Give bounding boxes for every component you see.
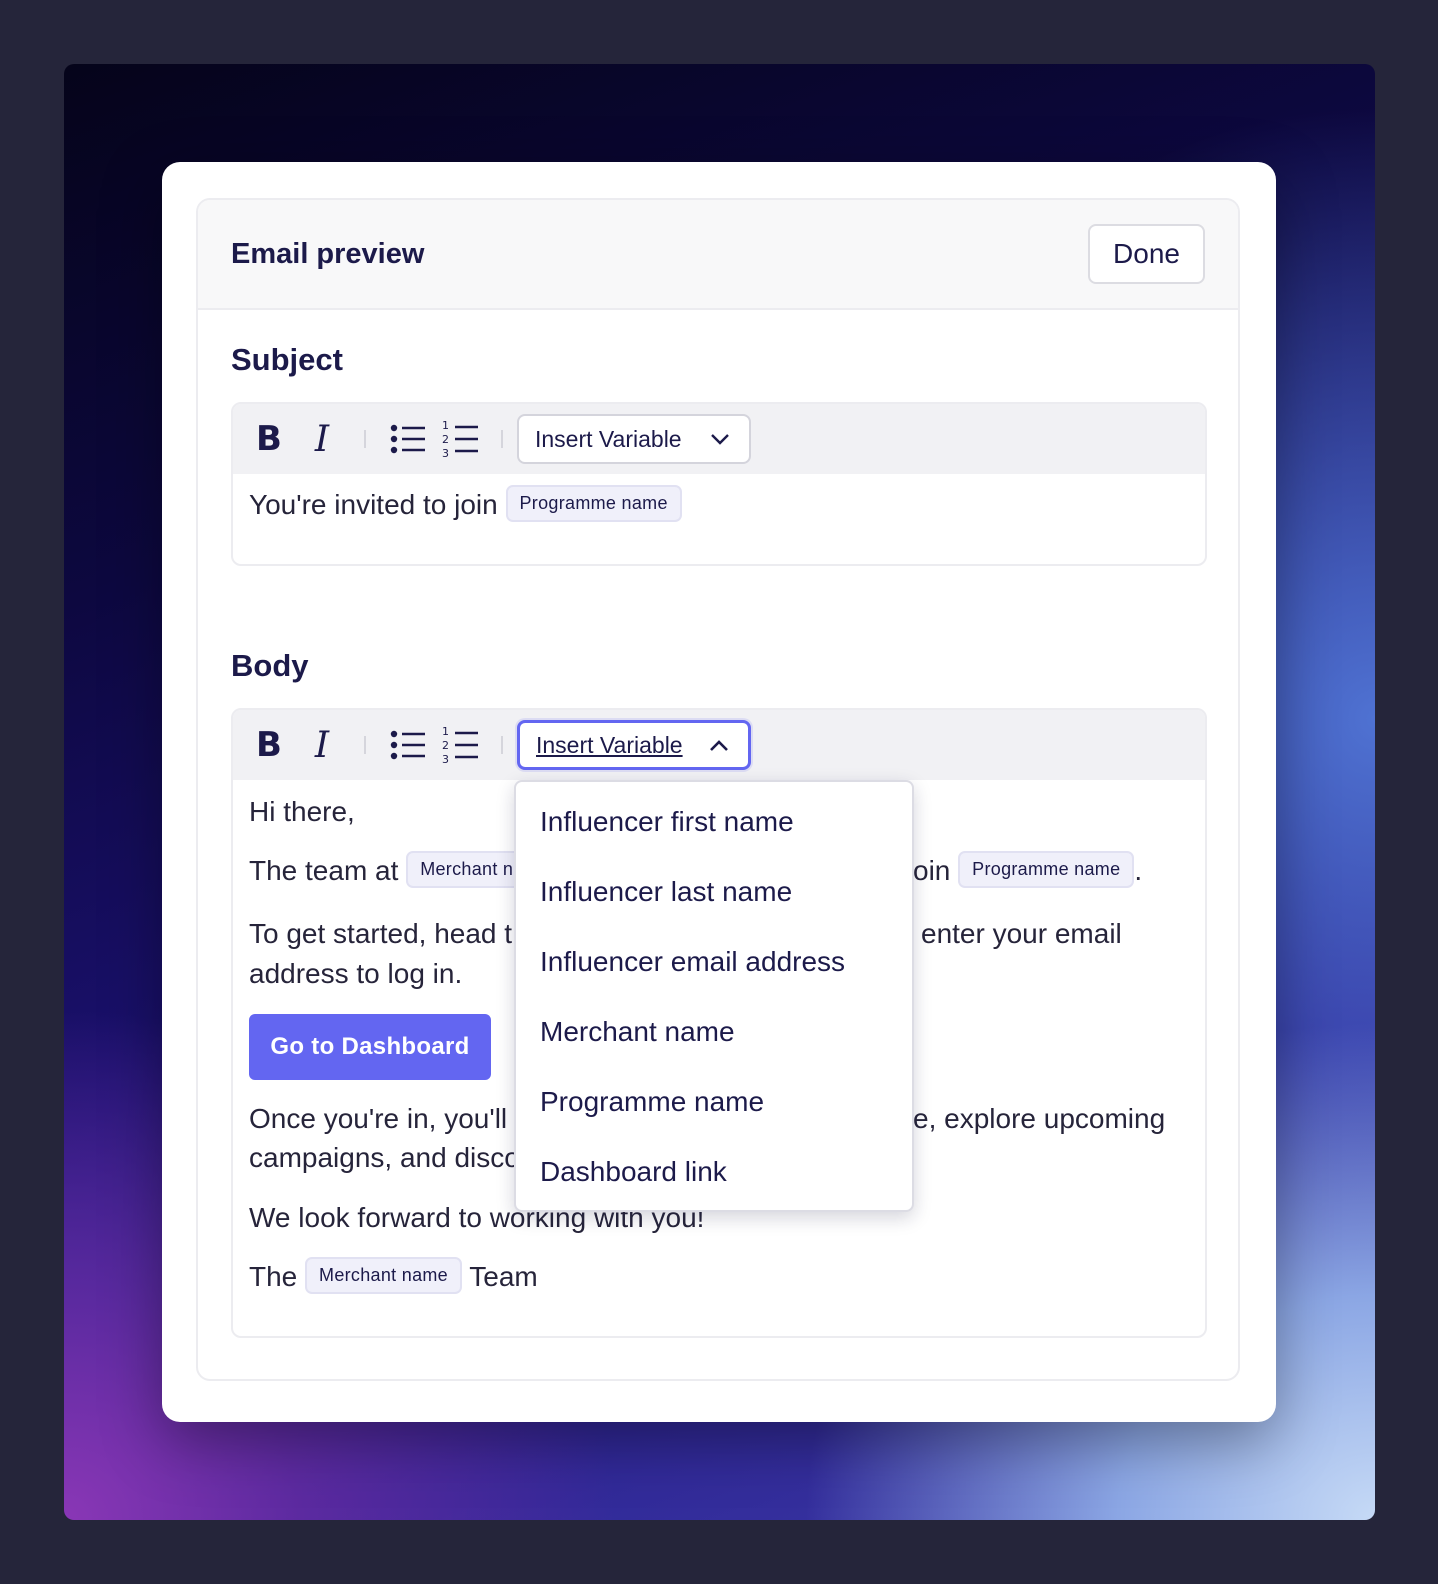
body-text: enter your email: [921, 918, 1122, 949]
done-button[interactable]: Done: [1088, 224, 1205, 284]
variable-chip[interactable]: Programme name: [958, 851, 1135, 888]
subject-heading: Subject: [231, 342, 343, 377]
toolbar-divider: [501, 430, 503, 448]
signature-line: The Merchant name Team: [249, 1257, 538, 1297]
body-text: .: [1134, 854, 1143, 886]
bullet-list-icon[interactable]: [389, 710, 427, 780]
numbered-list-icon[interactable]: 123: [441, 404, 479, 474]
svg-text:2: 2: [442, 739, 449, 752]
italic-button[interactable]: I: [307, 404, 337, 474]
body-text: Once you're in, you'll: [249, 1103, 508, 1134]
insert-variable-menu: Influencer first name Influencer last na…: [514, 780, 914, 1212]
page-title: Email preview: [231, 237, 425, 270]
card-header: Email preview Done: [198, 200, 1238, 310]
body-heading: Body: [231, 648, 309, 683]
bold-button[interactable]: B: [255, 404, 283, 474]
menu-item-merchant-name[interactable]: Merchant name: [540, 1016, 735, 1048]
body-toolbar: B I 123 Insert Variable: [233, 710, 1205, 780]
bold-button[interactable]: B: [255, 710, 283, 780]
svg-text:1: 1: [442, 419, 449, 432]
body-text: address to log in.: [249, 958, 463, 989]
body-text: campaigns, and disco: [249, 1142, 520, 1173]
bullet-list-icon[interactable]: [389, 404, 427, 474]
menu-item-programme-name[interactable]: Programme name: [540, 1086, 764, 1118]
subject-text: You're invited to join: [249, 488, 498, 520]
insert-variable-dropdown-open[interactable]: Insert Variable: [517, 720, 751, 770]
menu-item-influencer-last-name[interactable]: Influencer last name: [540, 876, 792, 908]
svg-text:3: 3: [442, 753, 449, 765]
menu-item-influencer-email-address[interactable]: Influencer email address: [540, 946, 845, 978]
chevron-up-icon: [708, 735, 730, 763]
menu-item-influencer-first-name[interactable]: Influencer first name: [540, 806, 794, 838]
body-text: To get started, head t: [249, 918, 513, 949]
insert-variable-label: Insert Variable: [536, 731, 683, 758]
variable-chip[interactable]: Merchant name: [305, 1257, 462, 1294]
toolbar-divider: [364, 736, 366, 754]
menu-item-dashboard-link[interactable]: Dashboard link: [540, 1156, 727, 1188]
body-text: The team at: [249, 854, 399, 886]
subject-toolbar: B I 123 Insert Variable: [233, 404, 1205, 474]
go-to-dashboard-button[interactable]: Go to Dashboard: [249, 1014, 491, 1080]
chevron-down-icon: [709, 428, 731, 456]
body-text: e, explore upcoming: [913, 1103, 1166, 1134]
greeting-text: Hi there,: [249, 796, 355, 827]
svg-text:2: 2: [442, 433, 449, 446]
svg-text:1: 1: [442, 725, 449, 738]
subject-content[interactable]: You're invited to join Programme name: [233, 474, 1205, 564]
body-line: oin Programme name.: [913, 851, 1143, 891]
body-text: The: [249, 1260, 298, 1292]
variable-chip[interactable]: Programme name: [505, 485, 682, 522]
insert-variable-dropdown[interactable]: Insert Variable: [517, 414, 751, 464]
variable-chip[interactable]: Merchant n: [406, 851, 528, 888]
body-text: Team: [469, 1260, 538, 1292]
numbered-list-icon[interactable]: 123: [441, 710, 479, 780]
svg-text:3: 3: [442, 447, 449, 459]
toolbar-divider: [501, 736, 503, 754]
body-line: The team at Merchant n: [249, 851, 528, 891]
subject-line: You're invited to join Programme name: [249, 485, 682, 525]
body-text: oin: [913, 854, 951, 886]
insert-variable-label: Insert Variable: [535, 425, 682, 452]
subject-editor: B I 123 Insert Variable You're invited t…: [231, 402, 1207, 566]
toolbar-divider: [364, 430, 366, 448]
italic-button[interactable]: I: [307, 710, 337, 780]
